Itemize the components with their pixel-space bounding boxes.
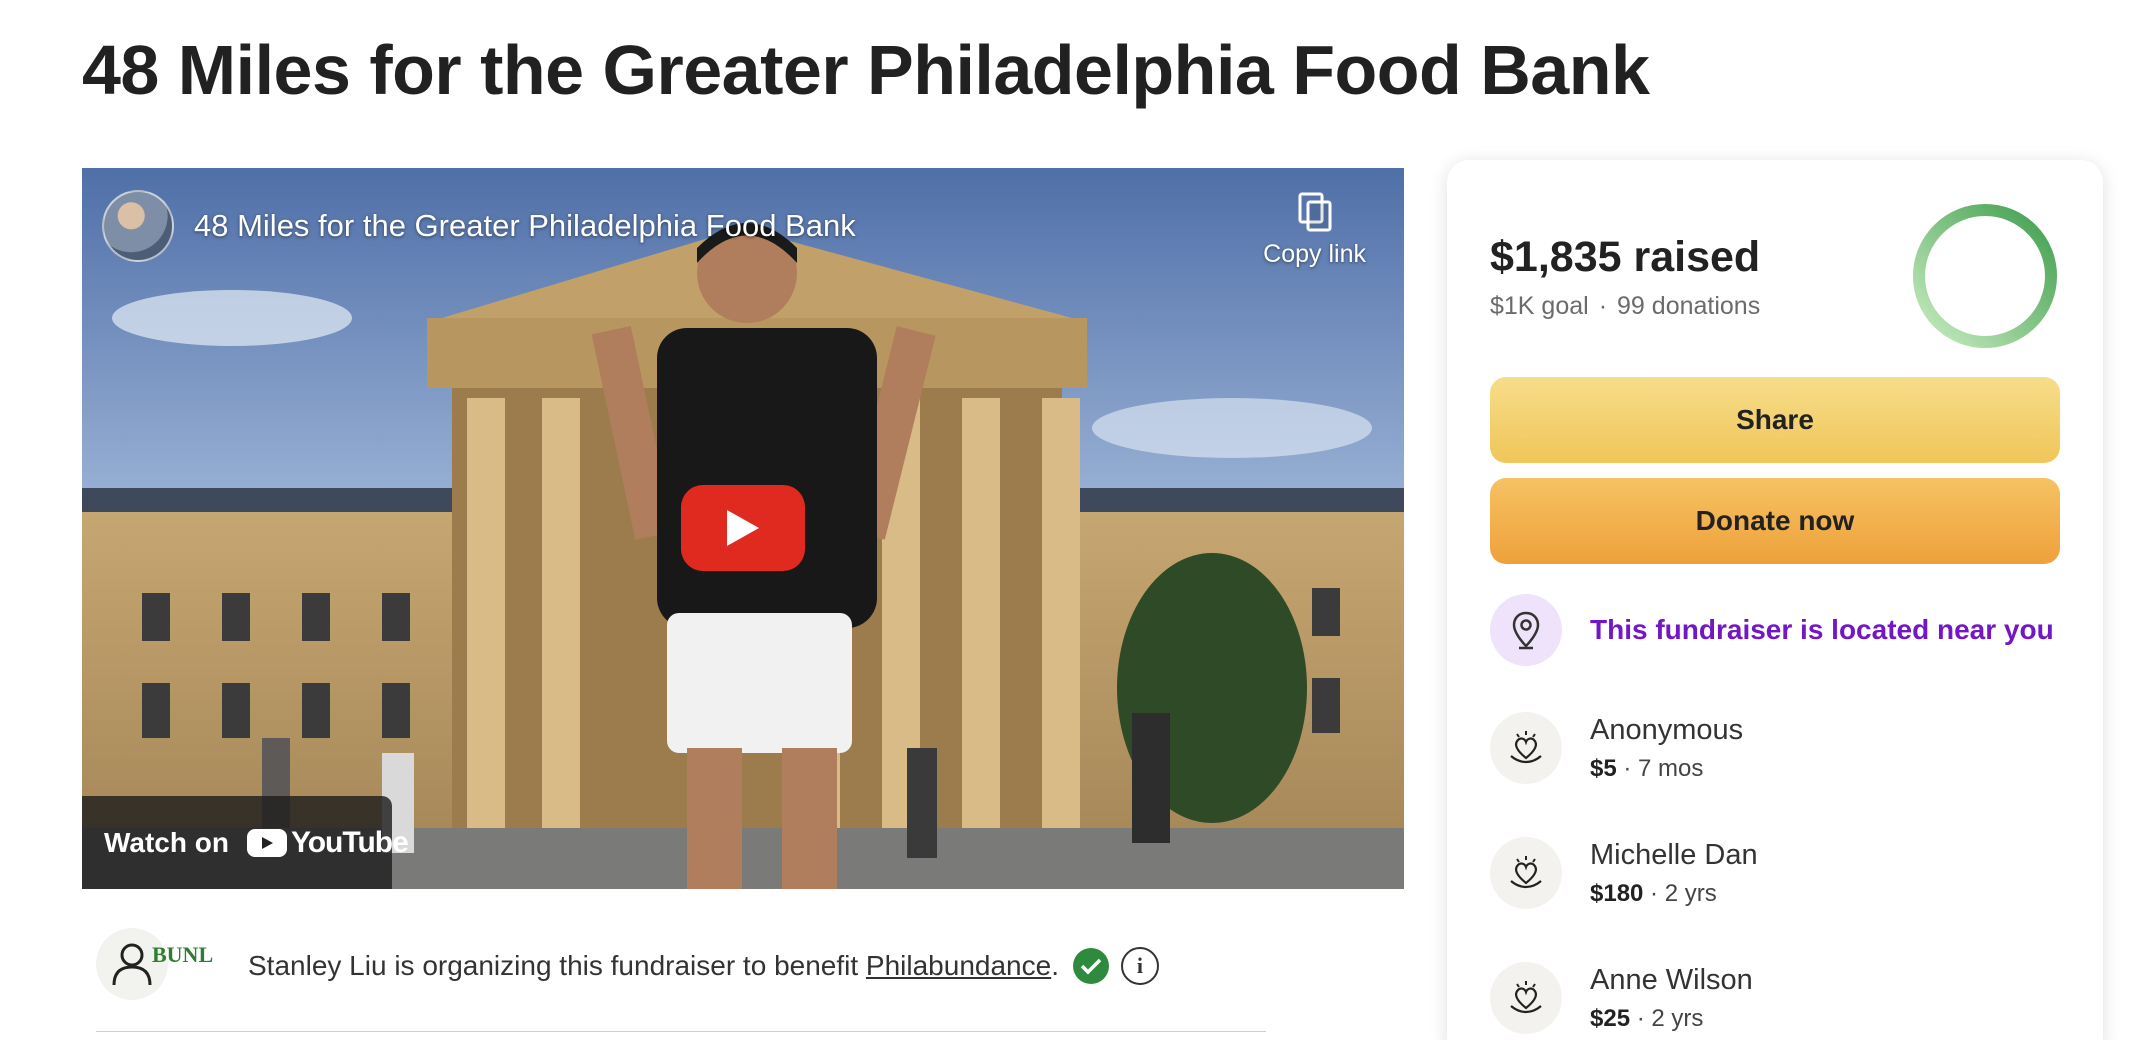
- youtube-logo: YouTube: [246, 825, 409, 860]
- progress-ring: [1913, 204, 2057, 348]
- donor-time: 7 mos: [1638, 754, 1704, 782]
- donation-item: Anne Wilson $25 · 2 yrs: [1490, 962, 1753, 1034]
- location-pin-icon: [1490, 594, 1562, 666]
- organizer-text: Stanley Liu is organizing this fundraise…: [248, 950, 1059, 982]
- copy-link-label: Copy link: [1263, 240, 1366, 268]
- watch-on-label: Watch on: [104, 826, 229, 858]
- channel-avatar[interactable]: [102, 190, 174, 262]
- location-notice-text: This fundraiser is located near you: [1590, 614, 2054, 645]
- donation-item: Anonymous $5 · 7 mos: [1490, 712, 1743, 784]
- copy-icon: [1298, 192, 1332, 232]
- donor-name: Michelle Dan: [1590, 838, 1758, 871]
- raised-word: raised: [1633, 233, 1761, 281]
- heart-hand-icon: [1490, 962, 1562, 1034]
- video-header: 48 Miles for the Greater Philadelphia Fo…: [102, 190, 856, 262]
- youtube-play-icon: [246, 828, 287, 857]
- youtube-wordmark: YouTube: [290, 825, 409, 859]
- beneficiary-link[interactable]: Philabundance: [866, 950, 1051, 981]
- copy-link-button[interactable]: Copy link: [1263, 192, 1366, 269]
- watch-on-youtube-button[interactable]: Watch on YouTube: [82, 796, 409, 889]
- donor-name: Anne Wilson: [1590, 963, 1753, 996]
- organizer-avatars: BUNL: [96, 928, 226, 1004]
- donor-amount: $5: [1590, 754, 1617, 782]
- donor-meta: $5 · 7 mos: [1590, 754, 1704, 782]
- play-button[interactable]: [681, 485, 805, 571]
- donation-item: Michelle Dan $180 · 2 yrs: [1490, 837, 1758, 909]
- video-title[interactable]: 48 Miles for the Greater Philadelphia Fo…: [194, 208, 856, 244]
- page-title: 48 Miles for the Greater Philadelphia Fo…: [82, 31, 1650, 109]
- raised-amount: $1,835 raised: [1490, 233, 1760, 282]
- location-notice: This fundraiser is located near you: [1490, 594, 2054, 666]
- goal-text: $1K goal: [1490, 292, 1589, 320]
- raised-value: $1,835: [1490, 233, 1622, 281]
- donor-name: Anonymous: [1590, 713, 1744, 746]
- donate-now-button[interactable]: Donate now: [1490, 478, 2060, 564]
- video-player[interactable]: 48 Miles for the Greater Philadelphia Fo…: [82, 168, 1404, 889]
- donor-meta: $180 · 2 yrs: [1590, 879, 1717, 907]
- share-button[interactable]: Share: [1490, 377, 2060, 463]
- goal-line: $1K goal · 99 donations: [1490, 292, 1760, 321]
- donor-time: 2 yrs: [1651, 1004, 1704, 1032]
- divider: [96, 1031, 1266, 1032]
- philabundance-logo: BUNL: [152, 942, 214, 967]
- organizer-text-suffix: .: [1051, 950, 1059, 981]
- organizer-text-prefix: Stanley Liu is organizing this fundraise…: [248, 950, 866, 981]
- play-icon: [727, 510, 759, 546]
- info-icon[interactable]: i: [1120, 947, 1159, 985]
- heart-hand-icon: [1490, 712, 1562, 784]
- donation-count: 99 donations: [1617, 292, 1761, 320]
- donor-meta: $25 · 2 yrs: [1590, 1004, 1704, 1032]
- donation-card: $1,835 raised $1K goal · 99 donations Shar…: [1447, 160, 2103, 1040]
- donor-amount: $180: [1590, 879, 1644, 907]
- heart-hand-icon: [1490, 837, 1562, 909]
- donor-time: 2 yrs: [1664, 879, 1717, 907]
- organizer-row: BUNL Stanley Liu is organizing this fund…: [96, 928, 1159, 1004]
- separator: ·: [1598, 292, 1608, 320]
- verified-check-icon: [1072, 948, 1109, 984]
- donor-amount: $25: [1590, 1004, 1631, 1032]
